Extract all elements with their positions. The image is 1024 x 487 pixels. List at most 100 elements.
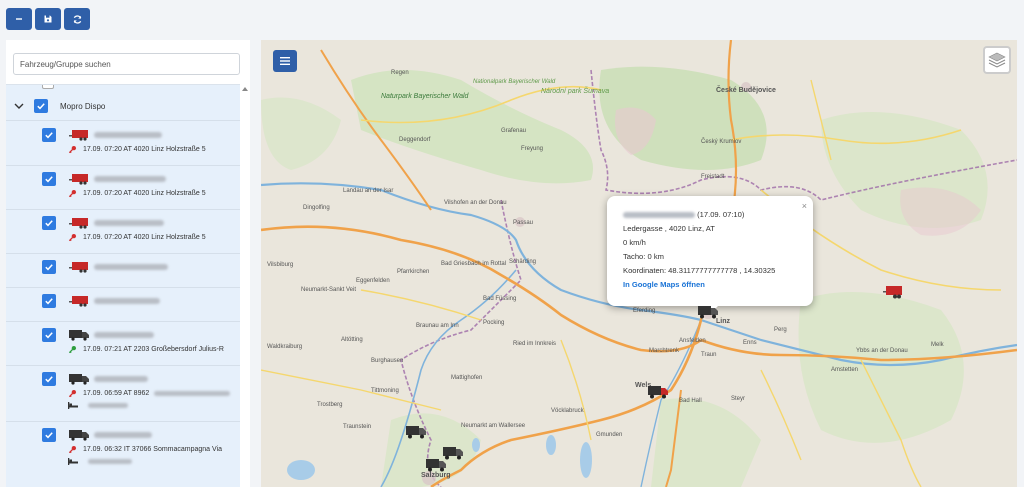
scrollbar[interactable] — [240, 84, 250, 487]
key-icon — [68, 189, 77, 198]
linz-marker[interactable] — [698, 305, 718, 319]
city-label: Freistadt — [701, 174, 725, 180]
checkmark-icon — [45, 264, 53, 271]
trailer-icon — [69, 262, 88, 273]
park-label: Naturpark Bayerischer Wald — [381, 93, 469, 100]
city-label: České Budějovice — [716, 87, 776, 94]
vehicle-name-redacted — [94, 176, 166, 182]
city-label: Marchtrenk — [649, 348, 680, 354]
key-icon — [68, 389, 77, 398]
city-label: Český Krumlov — [701, 139, 742, 145]
vehicle-checkbox[interactable] — [42, 294, 56, 308]
city-label: Grafenau — [501, 128, 527, 134]
vehicle-status: 17.09. 06:59 AT 8962 — [68, 389, 231, 398]
vehicle-sidebar: Mopro Dispo 17.09. 07:20 AT 4020 Linz Ho… — [6, 40, 250, 487]
vehicle-status: 17.09. 07:20 AT 4020 Linz Holzstraße 5 — [68, 189, 206, 198]
park-label: Národní park Šumava — [541, 88, 610, 95]
vehicle-row[interactable]: 17.09. 07:20 AT 4020 Linz Holzstraße 5 — [6, 122, 240, 166]
popup-close-button[interactable]: × — [802, 199, 807, 213]
map-menu-button[interactable] — [273, 50, 297, 72]
city-label: Mattighofen — [451, 375, 483, 381]
floppy-disk-icon — [44, 15, 52, 23]
layers-icon — [988, 52, 1006, 68]
minus-icon — [16, 18, 22, 20]
vehicle-row[interactable]: 17.09. 07:20 AT 4020 Linz Holzstraße 5 — [6, 210, 240, 254]
city-label: Passau — [513, 220, 534, 226]
vehicle-checkbox[interactable] — [42, 216, 56, 230]
vehicle-checkbox[interactable] — [42, 260, 56, 274]
vehicle-name-redacted — [94, 298, 160, 304]
trailer-icon — [69, 296, 88, 307]
google-maps-link[interactable]: In Google Maps öffnen — [623, 278, 797, 292]
vehicle-name-redacted — [94, 264, 168, 270]
city-label: Enns — [743, 340, 757, 346]
redacted — [87, 459, 132, 464]
vehicle-row[interactable]: 17.09. 07:21 AT 2203 Großebersdorf Juliu… — [6, 322, 240, 366]
vehicle-status: 17.09. 07:21 AT 2203 Großebersdorf Juliu… — [68, 345, 224, 354]
trailer-icon — [69, 130, 88, 141]
city-label: Altötting — [341, 337, 363, 343]
vehicle-tree: Mopro Dispo 17.09. 07:20 AT 4020 Linz Ho… — [6, 84, 240, 487]
vehicle-checkbox[interactable] — [42, 172, 56, 186]
city-label: Traun — [701, 352, 717, 358]
map-view[interactable]: Naturpark Bayerischer Wald Národní park … — [261, 40, 1017, 487]
city-label: Tittmoning — [371, 388, 399, 394]
city-label: Bad Hall — [679, 398, 702, 404]
city-label: Steyr — [731, 396, 746, 402]
chevron-down-icon[interactable] — [14, 102, 24, 110]
city-label: Schärding — [509, 259, 537, 265]
vehicle-row[interactable] — [6, 254, 240, 288]
checkmark-icon — [45, 298, 53, 305]
vehicle-row[interactable]: 17.09. 07:20 AT 4020 Linz Holzstraße 5 — [6, 166, 240, 210]
truck-icon — [69, 430, 89, 441]
refresh-icon — [73, 14, 81, 24]
vehicle-row[interactable]: 17.09. 06:59 AT 8962 — [6, 366, 240, 422]
refresh-button[interactable] — [64, 8, 90, 30]
key-icon — [68, 233, 77, 242]
group-row-mopro-dispo[interactable]: Mopro Dispo — [6, 93, 240, 121]
city-label: Ybbs an der Donau — [856, 348, 908, 354]
city-label: Bad Füssing — [483, 296, 517, 302]
vehicle-status-extra — [68, 458, 132, 465]
layers-button[interactable] — [983, 46, 1011, 74]
vehicle-checkbox[interactable] — [42, 428, 56, 442]
key-icon — [68, 145, 77, 154]
vehicle-status-extra — [68, 402, 128, 409]
vehicle-marker-wels[interactable] — [648, 385, 668, 399]
vehicle-marker-salzburg-2[interactable] — [443, 446, 463, 460]
city-label: Regen — [391, 70, 409, 76]
vehicle-marker-salzburg-3[interactable] — [426, 458, 446, 472]
search-input[interactable] — [13, 53, 240, 75]
vehicle-name-redacted — [94, 132, 162, 138]
checkmark-icon — [45, 132, 53, 139]
vehicle-marker-salzburg-1[interactable] — [406, 425, 426, 439]
popup-speed: 0 km/h — [623, 238, 646, 247]
checkbox[interactable] — [42, 85, 54, 89]
city-label: Vöcklabruck — [551, 408, 584, 414]
vehicle-row[interactable] — [6, 288, 240, 322]
popup-coordinates: Koordinaten: 48.31177777777778 , 14.3032… — [623, 266, 776, 275]
city-label: Salzburg — [421, 472, 451, 479]
group-checkbox[interactable] — [34, 99, 48, 113]
vehicle-row[interactable]: 17.09. 06:32 IT 37066 Sommacampagna Via — [6, 422, 240, 487]
vehicle-checkbox[interactable] — [42, 372, 56, 386]
city-label: Eferding — [633, 308, 656, 314]
collapse-button[interactable] — [6, 8, 32, 30]
vehicle-status: 17.09. 07:20 AT 4020 Linz Holzstraße 5 — [68, 145, 206, 154]
save-button[interactable] — [35, 8, 61, 30]
city-label: Vilsbiburg — [267, 262, 294, 268]
city-label: Amstetten — [831, 367, 859, 373]
bed-icon — [68, 402, 78, 409]
city-label: Traunstein — [343, 424, 372, 430]
city-label: Trostberg — [317, 402, 343, 408]
hamburger-icon — [280, 57, 290, 65]
vehicle-checkbox[interactable] — [42, 128, 56, 142]
vehicle-checkbox[interactable] — [42, 328, 56, 342]
city-label: Eggenfelden — [356, 278, 390, 284]
city-label: Landau an der Isar — [343, 188, 394, 194]
city-label: Linz — [716, 318, 730, 325]
bed-icon — [68, 458, 78, 465]
scroll-up-arrow-icon[interactable] — [242, 87, 248, 91]
city-label: Burghausen — [371, 358, 404, 364]
vehicle-marker-east[interactable] — [883, 285, 903, 299]
